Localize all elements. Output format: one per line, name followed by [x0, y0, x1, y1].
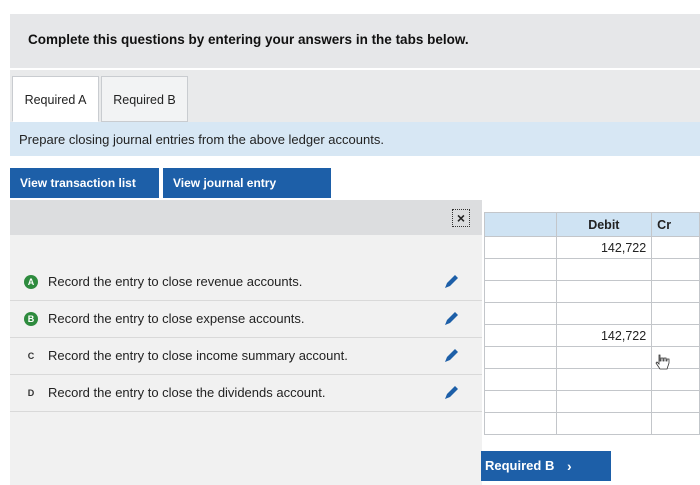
tab-required-a[interactable]: Required A — [12, 76, 99, 122]
grid-cell — [651, 236, 700, 259]
grid-header-account — [484, 212, 557, 237]
entry-row-a[interactable]: A Record the entry to close revenue acco… — [10, 264, 482, 301]
grid-cell — [651, 390, 700, 413]
entry-letter-badge: D — [27, 388, 35, 398]
grid-cell — [651, 324, 700, 347]
chevron-right-icon: › — [567, 458, 572, 474]
grid-cell — [484, 236, 557, 259]
pencil-icon[interactable] — [442, 310, 460, 328]
entry-text: Record the entry to close the dividends … — [48, 385, 326, 400]
grid-header-credit: Cr — [651, 212, 700, 237]
grid-row — [484, 390, 700, 413]
prompt-text: Prepare closing journal entries from the… — [19, 132, 384, 147]
next-label: Required B — [485, 458, 555, 473]
grid-cell — [555, 258, 653, 281]
grid-cell — [484, 324, 557, 347]
grid-cell: 142,722 — [555, 324, 653, 347]
grid-cell — [484, 346, 557, 369]
entry-text: Record the entry to close income summary… — [48, 348, 348, 363]
entries-panel: × A Record the entry to close revenue ac… — [10, 200, 482, 485]
close-icon[interactable]: × — [452, 209, 470, 227]
grid-cell — [555, 412, 653, 435]
grid-cell — [484, 258, 557, 281]
instructions-bar: Complete this questions by entering your… — [10, 14, 700, 68]
entry-letter-badge: B — [24, 312, 38, 326]
entry-text: Record the entry to close expense accoun… — [48, 311, 305, 326]
grid-cell — [484, 280, 557, 303]
entry-row-c[interactable]: C Record the entry to close income summa… — [10, 338, 482, 375]
entry-row-b[interactable]: B Record the entry to close expense acco… — [10, 301, 482, 338]
grid-cell — [484, 390, 557, 413]
grid-cell — [555, 346, 653, 369]
grid-cell — [555, 390, 653, 413]
entry-letter-badge: C — [27, 351, 35, 361]
grid-row — [484, 258, 700, 281]
grid-row: 142,722 — [484, 324, 700, 347]
view-transaction-list-button[interactable]: View transaction list — [10, 168, 159, 198]
grid-cell: 142,722 — [555, 236, 653, 259]
grid-row — [484, 302, 700, 325]
grid-cell — [555, 368, 653, 391]
hand-cursor-icon — [655, 354, 670, 370]
grid-cell — [651, 280, 700, 303]
grid-header-debit: Debit — [555, 212, 653, 237]
grid-cell — [651, 302, 700, 325]
grid-row: 142,722 — [484, 236, 700, 259]
pencil-icon[interactable] — [442, 347, 460, 365]
grid-cell — [555, 302, 653, 325]
grid-cell — [484, 412, 557, 435]
journal-grid: Debit Cr 142,722 142,722 — [484, 212, 700, 444]
entry-letter-badge: A — [24, 275, 38, 289]
grid-row — [484, 412, 700, 435]
entry-text: Record the entry to close revenue accoun… — [48, 274, 303, 289]
grid-cell — [651, 412, 700, 435]
pencil-icon[interactable] — [442, 273, 460, 291]
tab-bar: Required A Required B — [10, 70, 700, 123]
pencil-icon[interactable] — [442, 384, 460, 402]
grid-header-row: Debit Cr — [484, 212, 700, 237]
entries-header-band: × — [10, 200, 482, 235]
grid-cell — [555, 280, 653, 303]
entry-row-d[interactable]: D Record the entry to close the dividend… — [10, 375, 482, 412]
view-journal-entry-worksheet-button[interactable]: View journal entry worksheet — [163, 168, 331, 220]
prompt-bar: Prepare closing journal entries from the… — [10, 122, 700, 156]
grid-cell — [651, 258, 700, 281]
grid-cell — [484, 302, 557, 325]
tab-required-b[interactable]: Required B — [101, 76, 188, 122]
next-required-b-button[interactable]: Required B › — [481, 451, 611, 481]
grid-cell — [484, 368, 557, 391]
instructions-text: Complete this questions by entering your… — [28, 32, 469, 47]
grid-row — [484, 280, 700, 303]
